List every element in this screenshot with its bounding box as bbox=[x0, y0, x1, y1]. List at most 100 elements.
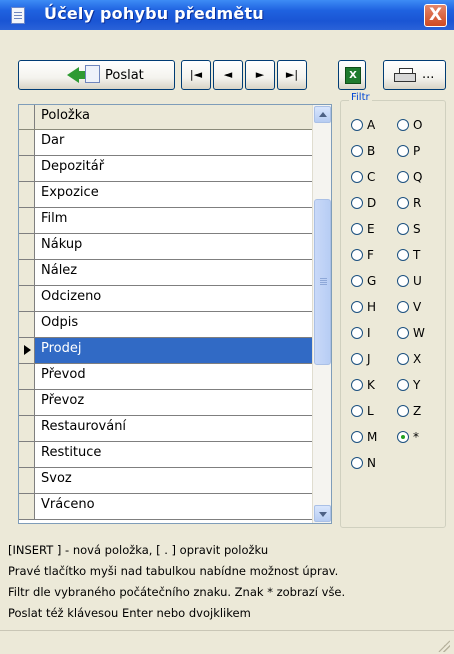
row-selector[interactable] bbox=[19, 494, 35, 519]
table-row[interactable]: Depozitář bbox=[19, 156, 312, 182]
scroll-up-button[interactable] bbox=[314, 106, 331, 123]
title-bar[interactable]: Účely pohybu předmětu X bbox=[0, 0, 454, 30]
radio-button[interactable] bbox=[397, 171, 409, 183]
radio-button[interactable] bbox=[397, 301, 409, 313]
row-selector[interactable] bbox=[19, 338, 35, 363]
filter-radio[interactable]: J bbox=[351, 351, 391, 369]
radio-button[interactable] bbox=[351, 457, 363, 469]
filter-radio[interactable]: Q bbox=[397, 169, 437, 187]
filter-radio[interactable]: N bbox=[351, 455, 391, 473]
first-record-button[interactable]: |◄ bbox=[181, 60, 211, 90]
radio-button[interactable] bbox=[351, 197, 363, 209]
filter-radio[interactable]: R bbox=[397, 195, 437, 213]
filter-radio[interactable]: L bbox=[351, 403, 391, 421]
row-selector[interactable] bbox=[19, 156, 35, 181]
items-grid[interactable]: Položka Dar Depozitář Expozice Film Nákup Nál… bbox=[18, 104, 332, 524]
scroll-thumb[interactable] bbox=[314, 198, 331, 365]
filter-radio[interactable]: E bbox=[351, 221, 391, 239]
table-row[interactable]: Nákup bbox=[19, 234, 312, 260]
table-row[interactable]: Film bbox=[19, 208, 312, 234]
radio-button[interactable] bbox=[351, 431, 363, 443]
table-row[interactable]: Expozice bbox=[19, 182, 312, 208]
filter-radio[interactable]: A bbox=[351, 117, 391, 135]
filter-radio[interactable]: M bbox=[351, 429, 391, 447]
table-row[interactable]: Prodej bbox=[19, 338, 312, 364]
filter-radio[interactable]: K bbox=[351, 377, 391, 395]
radio-button[interactable] bbox=[351, 405, 363, 417]
row-selector[interactable] bbox=[19, 390, 35, 415]
excel-export-button[interactable]: X bbox=[338, 60, 366, 90]
radio-button[interactable] bbox=[397, 379, 409, 391]
radio-button[interactable] bbox=[351, 119, 363, 131]
radio-button[interactable] bbox=[397, 353, 409, 365]
radio-button[interactable] bbox=[351, 171, 363, 183]
row-selector[interactable] bbox=[19, 208, 35, 233]
row-selector[interactable] bbox=[19, 416, 35, 441]
filter-radio[interactable]: Y bbox=[397, 377, 437, 395]
row-selector[interactable] bbox=[19, 130, 35, 155]
filter-radio[interactable]: S bbox=[397, 221, 437, 239]
filter-radio[interactable]: W bbox=[397, 325, 437, 343]
table-row[interactable]: Odcizeno bbox=[19, 286, 312, 312]
filter-radio[interactable]: T bbox=[397, 247, 437, 265]
filter-radio[interactable]: O bbox=[397, 117, 437, 135]
row-selector[interactable] bbox=[19, 442, 35, 467]
table-row[interactable]: Odpis bbox=[19, 312, 312, 338]
radio-button[interactable] bbox=[397, 145, 409, 157]
radio-button[interactable] bbox=[351, 275, 363, 287]
row-selector[interactable] bbox=[19, 468, 35, 493]
filter-radio[interactable]: C bbox=[351, 169, 391, 187]
vertical-scrollbar[interactable] bbox=[312, 105, 331, 523]
filter-radio[interactable]: P bbox=[397, 143, 437, 161]
radio-button[interactable] bbox=[397, 405, 409, 417]
filter-radio[interactable]: I bbox=[351, 325, 391, 343]
table-row[interactable]: Převod bbox=[19, 364, 312, 390]
row-selector[interactable] bbox=[19, 260, 35, 285]
radio-button[interactable] bbox=[351, 223, 363, 235]
radio-button[interactable] bbox=[397, 327, 409, 339]
filter-radio[interactable]: Z bbox=[397, 403, 437, 421]
table-row[interactable]: Vráceno bbox=[19, 494, 312, 520]
table-row[interactable]: Převoz bbox=[19, 390, 312, 416]
table-row[interactable]: Dar bbox=[19, 130, 312, 156]
row-selector[interactable] bbox=[19, 182, 35, 207]
radio-button[interactable] bbox=[351, 301, 363, 313]
radio-button[interactable] bbox=[351, 379, 363, 391]
filter-radio[interactable]: G bbox=[351, 273, 391, 291]
filter-radio[interactable]: U bbox=[397, 273, 437, 291]
radio-button[interactable] bbox=[397, 249, 409, 261]
row-selector[interactable] bbox=[19, 364, 35, 389]
radio-button[interactable] bbox=[351, 249, 363, 261]
scroll-down-button[interactable] bbox=[314, 505, 331, 522]
close-button[interactable]: X bbox=[424, 4, 447, 27]
table-row[interactable]: Nález bbox=[19, 260, 312, 286]
filter-radio[interactable]: X bbox=[397, 351, 437, 369]
table-row[interactable]: Restituce bbox=[19, 442, 312, 468]
filter-radio[interactable]: V bbox=[397, 299, 437, 317]
filter-radio[interactable]: B bbox=[351, 143, 391, 161]
last-record-button[interactable]: ►| bbox=[277, 60, 307, 90]
radio-button[interactable] bbox=[397, 197, 409, 209]
send-button[interactable]: Poslat bbox=[18, 60, 175, 90]
radio-button[interactable] bbox=[397, 223, 409, 235]
filter-radio[interactable]: F bbox=[351, 247, 391, 265]
prev-record-button[interactable]: ◄ bbox=[213, 60, 243, 90]
table-row[interactable]: Restaurování bbox=[19, 416, 312, 442]
radio-button[interactable] bbox=[351, 327, 363, 339]
filter-radio[interactable]: * bbox=[397, 429, 437, 447]
radio-button[interactable] bbox=[351, 145, 363, 157]
print-button[interactable]: ... bbox=[383, 60, 446, 90]
filter-group: Filtr A B C D E F G H I J K L M N O P Q R S T U V W X Y Z * bbox=[340, 92, 446, 528]
row-selector[interactable] bbox=[19, 234, 35, 259]
resize-grip[interactable] bbox=[438, 640, 450, 652]
table-row[interactable]: Svoz bbox=[19, 468, 312, 494]
filter-radio[interactable]: D bbox=[351, 195, 391, 213]
filter-radio[interactable]: H bbox=[351, 299, 391, 317]
next-record-button[interactable]: ► bbox=[245, 60, 275, 90]
radio-button[interactable] bbox=[397, 275, 409, 287]
radio-button[interactable] bbox=[351, 353, 363, 365]
radio-button[interactable] bbox=[397, 119, 409, 131]
row-selector[interactable] bbox=[19, 286, 35, 311]
row-selector[interactable] bbox=[19, 312, 35, 337]
radio-button[interactable] bbox=[397, 431, 409, 443]
